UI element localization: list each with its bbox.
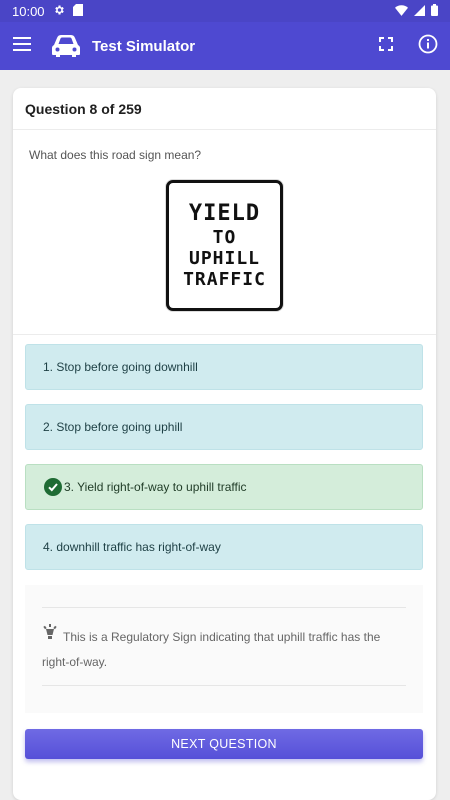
- wifi-icon: [395, 4, 408, 19]
- app-bar: Test Simulator: [0, 22, 450, 70]
- question-counter: Question 8 of 259: [13, 88, 436, 130]
- app-actions: [372, 32, 450, 60]
- answer-option-label: 3. Yield right-of-way to uphill traffic: [64, 480, 247, 494]
- sign-line: YIELD: [188, 200, 261, 226]
- question-card: Question 8 of 259 What does this road si…: [13, 88, 436, 800]
- sim-card-icon: [72, 3, 83, 19]
- fullscreen-button[interactable]: [372, 32, 400, 60]
- check-circle-icon: [44, 478, 62, 496]
- explanation-text: This is a Regulatory Sign indicating tha…: [42, 630, 381, 669]
- sign-line: TRAFFIC: [183, 269, 266, 291]
- sign-line: UPHILL: [188, 247, 261, 269]
- question-prompt: What does this road sign mean?: [29, 148, 202, 162]
- battery-icon: [431, 3, 438, 19]
- next-question-button[interactable]: NEXT QUESTION: [25, 729, 423, 759]
- info-button[interactable]: [414, 32, 442, 60]
- sign-line: TO: [212, 226, 237, 248]
- answer-option-2[interactable]: 2. Stop before going uphill: [25, 404, 423, 450]
- answer-option-3[interactable]: 3. Yield right-of-way to uphill traffic: [25, 464, 423, 510]
- divider: [42, 685, 406, 686]
- answer-option-1[interactable]: 1. Stop before going downhill: [25, 344, 423, 390]
- signal-icon: [414, 4, 425, 19]
- status-bar: 10:00: [0, 0, 450, 22]
- divider: [13, 334, 436, 335]
- answer-option-label: 4. downhill traffic has right-of-way: [43, 540, 221, 554]
- divider: [42, 607, 406, 608]
- fullscreen-icon: [379, 36, 393, 56]
- app-title: Test Simulator: [92, 37, 196, 55]
- explanation-text-wrap: This is a Regulatory Sign indicating tha…: [42, 623, 408, 675]
- info-icon: [418, 34, 438, 59]
- menu-icon: [13, 36, 31, 56]
- status-left: 10:00: [12, 3, 83, 19]
- status-time: 10:00: [12, 3, 45, 19]
- road-sign-image: YIELD TO UPHILL TRAFFIC: [166, 180, 283, 311]
- answer-option-label: 2. Stop before going uphill: [43, 420, 183, 434]
- car-icon: [50, 30, 82, 62]
- answer-option-label: 1. Stop before going downhill: [43, 360, 198, 374]
- explanation-panel: This is a Regulatory Sign indicating tha…: [25, 585, 423, 713]
- status-right: [395, 3, 438, 19]
- lightbulb-icon: [42, 623, 58, 649]
- answer-option-4[interactable]: 4. downhill traffic has right-of-way: [25, 524, 423, 570]
- gear-icon: [53, 4, 65, 19]
- menu-button[interactable]: [0, 22, 44, 70]
